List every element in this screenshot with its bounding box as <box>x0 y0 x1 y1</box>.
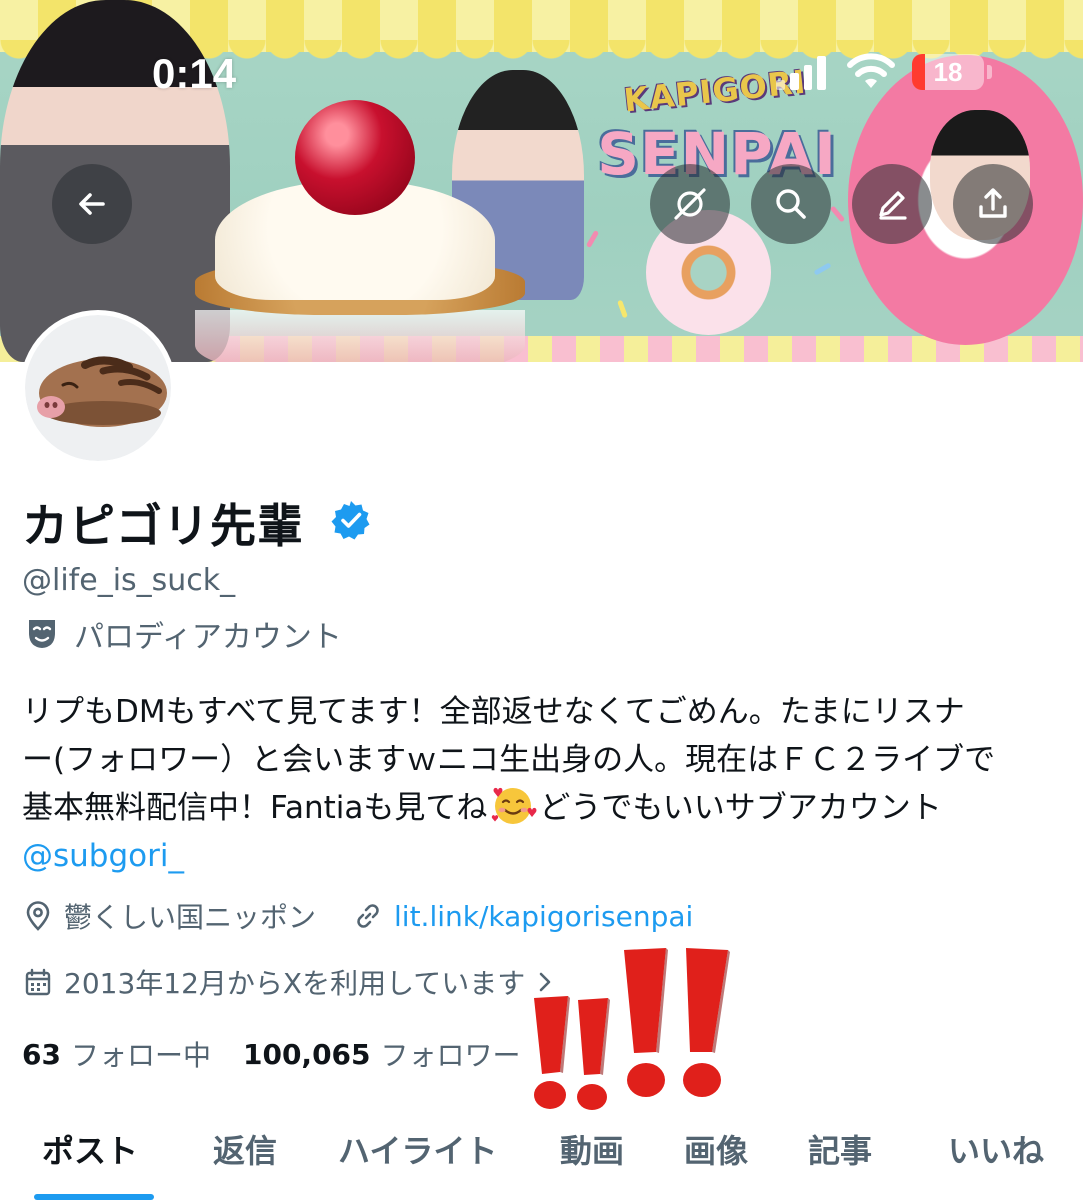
profile-avatar[interactable] <box>20 310 176 466</box>
profile-tabs: ポスト 返信 ハイライト 動画 画像 記事 いいね <box>0 1110 1083 1200</box>
location-pin-icon <box>26 901 50 931</box>
followers-label: フォロワー <box>380 1039 521 1072</box>
verified-badge-icon[interactable] <box>330 499 372 541</box>
bio-mention-link[interactable]: @subgori_ <box>22 838 184 874</box>
share-button[interactable] <box>953 164 1033 244</box>
arrow-left-icon <box>79 193 105 215</box>
followers-count: 100,065 <box>242 1037 371 1071</box>
tab-likes[interactable]: いいね <box>948 1126 1044 1172</box>
signal-icon <box>776 54 826 90</box>
status-time: 0:14 <box>152 50 237 97</box>
joined-date-text: 2013年12月からXを利用しています <box>64 967 526 1000</box>
bio-line-1: リプもDMもすべて見てます！全部返せなくてごめん。たまにリスナ <box>22 694 965 730</box>
banner-sundae <box>195 60 525 362</box>
tab-highlights[interactable]: ハイライト <box>338 1126 497 1172</box>
follow-stats: 63 フォロー中 100,065 フォロワー <box>22 1034 553 1074</box>
tab-videos[interactable]: 動画 <box>560 1126 624 1172</box>
calendar-icon <box>25 968 51 996</box>
tab-articles[interactable]: 記事 <box>808 1126 872 1172</box>
parody-mask-icon <box>29 620 55 648</box>
following-count: 63 <box>22 1037 61 1071</box>
profile-meta-row: 鬱くしい国ニッポン lit.link/kapigorisenpai <box>22 896 693 936</box>
share-icon <box>979 188 1007 218</box>
pencil-icon <box>879 191 907 220</box>
user-handle: @life_is_suck_ <box>22 563 236 598</box>
grok-icon <box>674 188 706 220</box>
tab-posts[interactable]: ポスト <box>42 1126 138 1172</box>
profile-website-link[interactable]: lit.link/kapigorisenpai <box>394 900 693 933</box>
bio-line-3: 基本無料配信中！Fantiaも見てね どうでもいいサブアカウント <box>22 784 1062 832</box>
search-button[interactable] <box>751 164 831 244</box>
back-button[interactable] <box>52 164 132 244</box>
active-tab-indicator <box>34 1194 154 1200</box>
following-link[interactable]: 63 フォロー中 <box>22 1034 211 1074</box>
tab-replies[interactable]: 返信 <box>213 1126 277 1172</box>
edit-button[interactable] <box>852 164 932 244</box>
grok-button[interactable] <box>650 164 730 244</box>
following-label: フォロー中 <box>70 1039 211 1072</box>
bio-line-2: ー(フォロワー）と会いますｗニコ生出身の人。現在はＦＣ２ライブで <box>22 742 996 778</box>
smiling-face-with-hearts-emoji <box>492 787 537 824</box>
bio-line-3-start: 基本無料配信中！Fantiaも見てね <box>22 790 488 826</box>
joined-date-row[interactable]: 2013年12月からXを利用しています <box>22 962 555 1002</box>
tab-images[interactable]: 画像 <box>684 1126 748 1172</box>
battery-indicator: 18 <box>912 54 984 90</box>
link-icon <box>357 904 379 928</box>
avatar-creature-illustration <box>37 356 167 427</box>
exclamation-marks-overlay <box>534 948 730 1110</box>
bio-line-3-end: どうでもいいサブアカウント <box>539 790 942 826</box>
wifi-icon <box>847 53 895 88</box>
profile-location: 鬱くしい国ニッポン <box>64 901 317 934</box>
battery-level: 18 <box>933 56 963 87</box>
parody-account-label: パロディアカウント <box>74 620 342 655</box>
display-name: カピゴリ先輩 <box>22 499 304 553</box>
profile-bio: リプもDMもすべて見てます！全部返せなくてごめん。たまにリスナ ー(フォロワー）… <box>22 688 1062 880</box>
followers-link[interactable]: 100,065 フォロワー <box>243 1034 521 1074</box>
search-icon <box>776 189 806 219</box>
